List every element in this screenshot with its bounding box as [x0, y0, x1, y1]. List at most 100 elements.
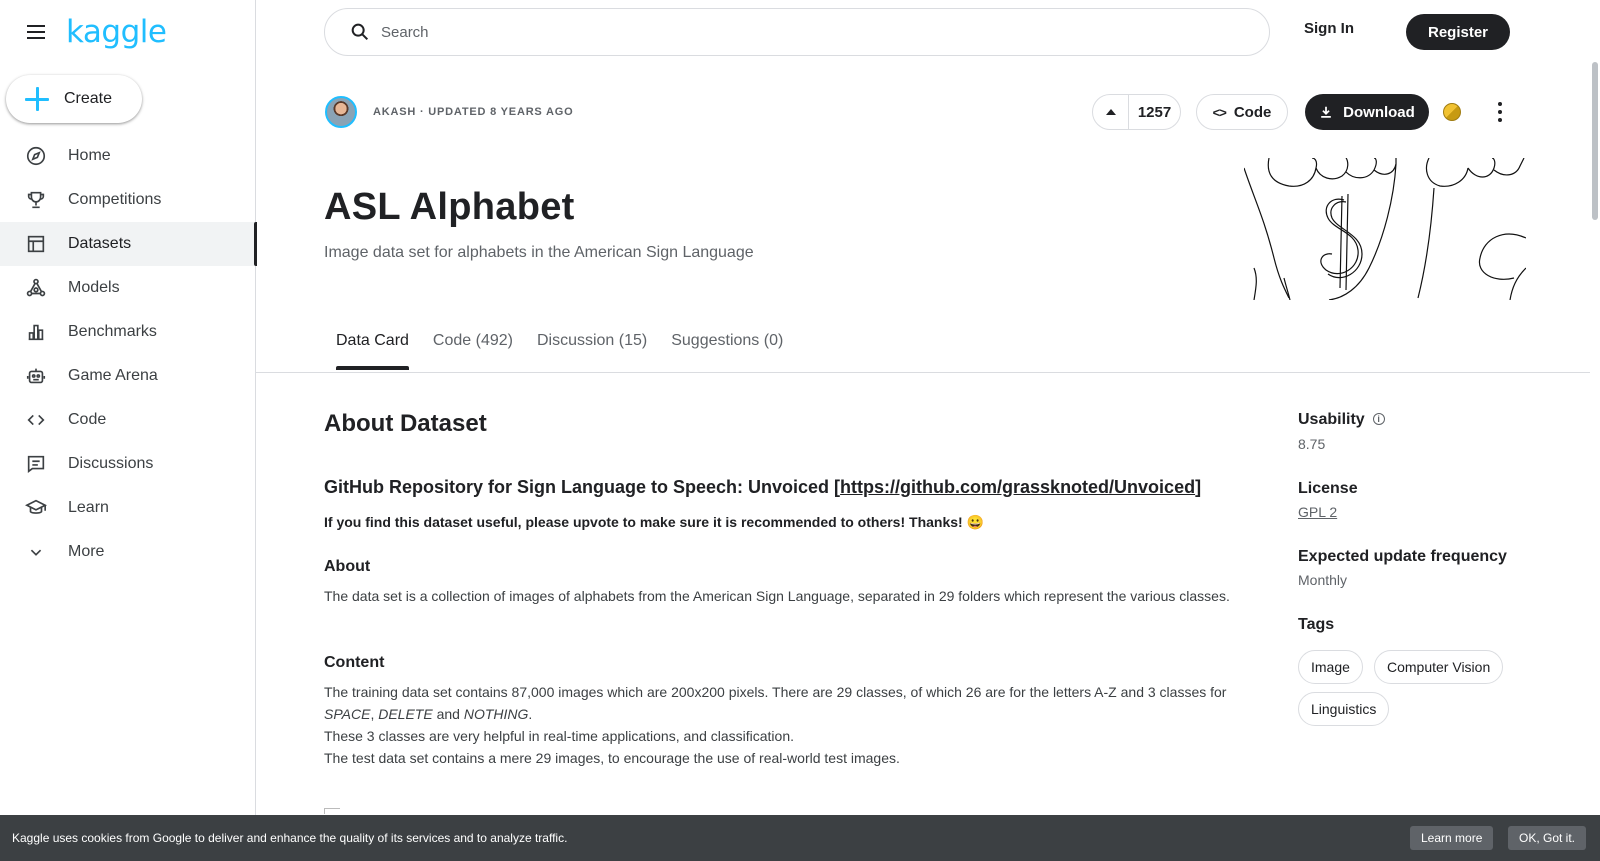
medal-icon[interactable]: [1443, 103, 1461, 121]
repo-prefix: GitHub Repository for Sign Language to S…: [324, 477, 841, 497]
school-icon: [24, 496, 48, 520]
sidebar-item-label: Game Arena: [68, 367, 158, 384]
sidebar-item-label: Home: [68, 147, 111, 164]
sidebar-item-learn[interactable]: Learn: [0, 486, 256, 530]
upvote-arrow-icon[interactable]: [1093, 95, 1129, 129]
download-button-label: Download: [1343, 103, 1415, 121]
sidebar-item-benchmarks[interactable]: Benchmarks: [0, 310, 256, 354]
usability-label: Usability i: [1298, 411, 1385, 429]
tab-suggestions[interactable]: Suggestions (0): [671, 332, 783, 370]
menu-icon[interactable]: [24, 20, 48, 44]
brand: kaggle: [24, 14, 167, 50]
sidebar-item-label: Competitions: [68, 191, 162, 208]
models-icon: [24, 276, 48, 300]
tags-label: Tags: [1298, 616, 1335, 633]
repo-heading: GitHub Repository for Sign Language to S…: [324, 477, 1201, 498]
info-icon[interactable]: i: [1372, 413, 1385, 425]
search-input[interactable]: [381, 23, 1231, 41]
kaggle-logo[interactable]: kaggle: [66, 14, 167, 50]
sidebar-item-label: Code: [68, 411, 107, 428]
sidebar-item-label: More: [68, 543, 105, 560]
sidebar-item-models[interactable]: Models: [0, 266, 256, 310]
learn-more-button[interactable]: Learn more: [1410, 826, 1494, 850]
tag-computer-vision[interactable]: Computer Vision: [1374, 650, 1504, 684]
sidebar-item-game-arena[interactable]: Game Arena: [0, 354, 256, 398]
content-heading: Content: [324, 654, 385, 671]
broken-image: [324, 808, 340, 814]
bar-chart-icon: [24, 320, 48, 344]
tab-data-card[interactable]: Data Card: [336, 332, 409, 370]
class-delete: DELETE: [378, 706, 433, 722]
sidebar-item-home[interactable]: Home: [0, 134, 256, 178]
code-button[interactable]: <> Code: [1196, 94, 1288, 130]
sidebar-item-label: Benchmarks: [68, 323, 157, 340]
sidebar-item-code[interactable]: Code: [0, 398, 256, 442]
avatar[interactable]: [325, 96, 357, 128]
sidebar-nav: Home Competitions Datasets Models Benchm…: [0, 134, 257, 574]
chevron-down-icon: [24, 540, 48, 564]
content-text: The training data set contains 87,000 im…: [324, 684, 1227, 700]
sidebar-item-label: Learn: [68, 499, 109, 516]
more-options-icon[interactable]: [1497, 102, 1503, 122]
search-bar[interactable]: [324, 8, 1270, 56]
register-button[interactable]: Register: [1406, 14, 1510, 50]
repo-link[interactable]: https://github.com/grassknoted/Unvoiced: [840, 477, 1195, 497]
code-icon: <>: [1212, 104, 1227, 120]
sidebar-item-label: Models: [68, 279, 120, 296]
content-period: .: [528, 706, 533, 722]
frequency-label: Expected update frequency: [1298, 548, 1507, 565]
sidebar-item-discussions[interactable]: Discussions: [0, 442, 256, 486]
sign-in-link[interactable]: Sign In: [1304, 20, 1354, 37]
repo-suffix: ]: [1195, 477, 1202, 497]
usability-label-text: Usability: [1298, 411, 1365, 428]
download-button[interactable]: Download: [1305, 94, 1429, 130]
code-button-label: Code: [1233, 103, 1272, 121]
cookie-banner: Kaggle uses cookies from Google to deliv…: [0, 815, 1600, 861]
license-value: GPL 2: [1298, 504, 1337, 520]
license-label: License: [1298, 480, 1358, 497]
class-nothing: NOTHING: [463, 706, 529, 722]
code-icon: [24, 408, 48, 432]
about-paragraph: The data set is a collection of images o…: [324, 588, 1230, 604]
cover-image: [1244, 158, 1526, 300]
upvote-count[interactable]: 1257: [1129, 104, 1180, 121]
dataset-meta: AKASH · UPDATED 8 YEARS AGO: [373, 106, 574, 118]
sidebar: kaggle Create Home Competitions Datasets…: [0, 0, 257, 861]
download-icon: [1321, 106, 1331, 118]
table-icon: [24, 232, 48, 256]
trophy-icon: [24, 188, 48, 212]
content-line-2: These 3 classes are very helpful in real…: [324, 728, 795, 744]
upvote-note: If you find this dataset useful, please …: [324, 514, 985, 530]
content-and: and: [432, 706, 464, 722]
page-subtitle: Image data set for alphabets in the Amer…: [324, 244, 754, 261]
compass-icon: [24, 144, 48, 168]
create-button[interactable]: Create: [6, 75, 142, 123]
sidebar-item-label: Discussions: [68, 455, 154, 472]
tabs-divider: [256, 372, 1590, 373]
page-title: ASL Alphabet: [324, 186, 575, 228]
tag-linguistics[interactable]: Linguistics: [1298, 692, 1390, 726]
scrollbar[interactable]: [1592, 62, 1598, 220]
plus-icon: [24, 86, 50, 112]
class-space: SPACE: [324, 706, 371, 722]
upvote-control: 1257: [1092, 94, 1181, 130]
tab-code[interactable]: Code (492): [433, 332, 513, 370]
about-heading: About: [324, 558, 371, 575]
about-dataset-heading: About Dataset: [324, 410, 487, 437]
dataset-tabs: Data Card Code (492) Discussion (15) Sug…: [336, 332, 783, 370]
tab-discussion[interactable]: Discussion (15): [537, 332, 647, 370]
sidebar-item-more[interactable]: More: [0, 530, 256, 574]
create-label: Create: [64, 90, 113, 107]
sidebar-item-competitions[interactable]: Competitions: [0, 178, 256, 222]
sidebar-item-datasets[interactable]: Datasets: [0, 222, 257, 266]
cookie-message: Kaggle uses cookies from Google to deliv…: [12, 831, 568, 845]
content-paragraph: The training data set contains 87,000 im…: [324, 681, 1274, 769]
robot-icon: [24, 364, 48, 388]
frequency-value: Monthly: [1298, 572, 1348, 588]
tag-image[interactable]: Image: [1298, 650, 1363, 684]
ok-got-it-button[interactable]: OK, Got it.: [1508, 826, 1587, 850]
license-link[interactable]: GPL 2: [1298, 504, 1337, 520]
comment-icon: [24, 452, 48, 476]
search-icon: [351, 23, 369, 41]
usability-value: 8.75: [1298, 436, 1326, 452]
